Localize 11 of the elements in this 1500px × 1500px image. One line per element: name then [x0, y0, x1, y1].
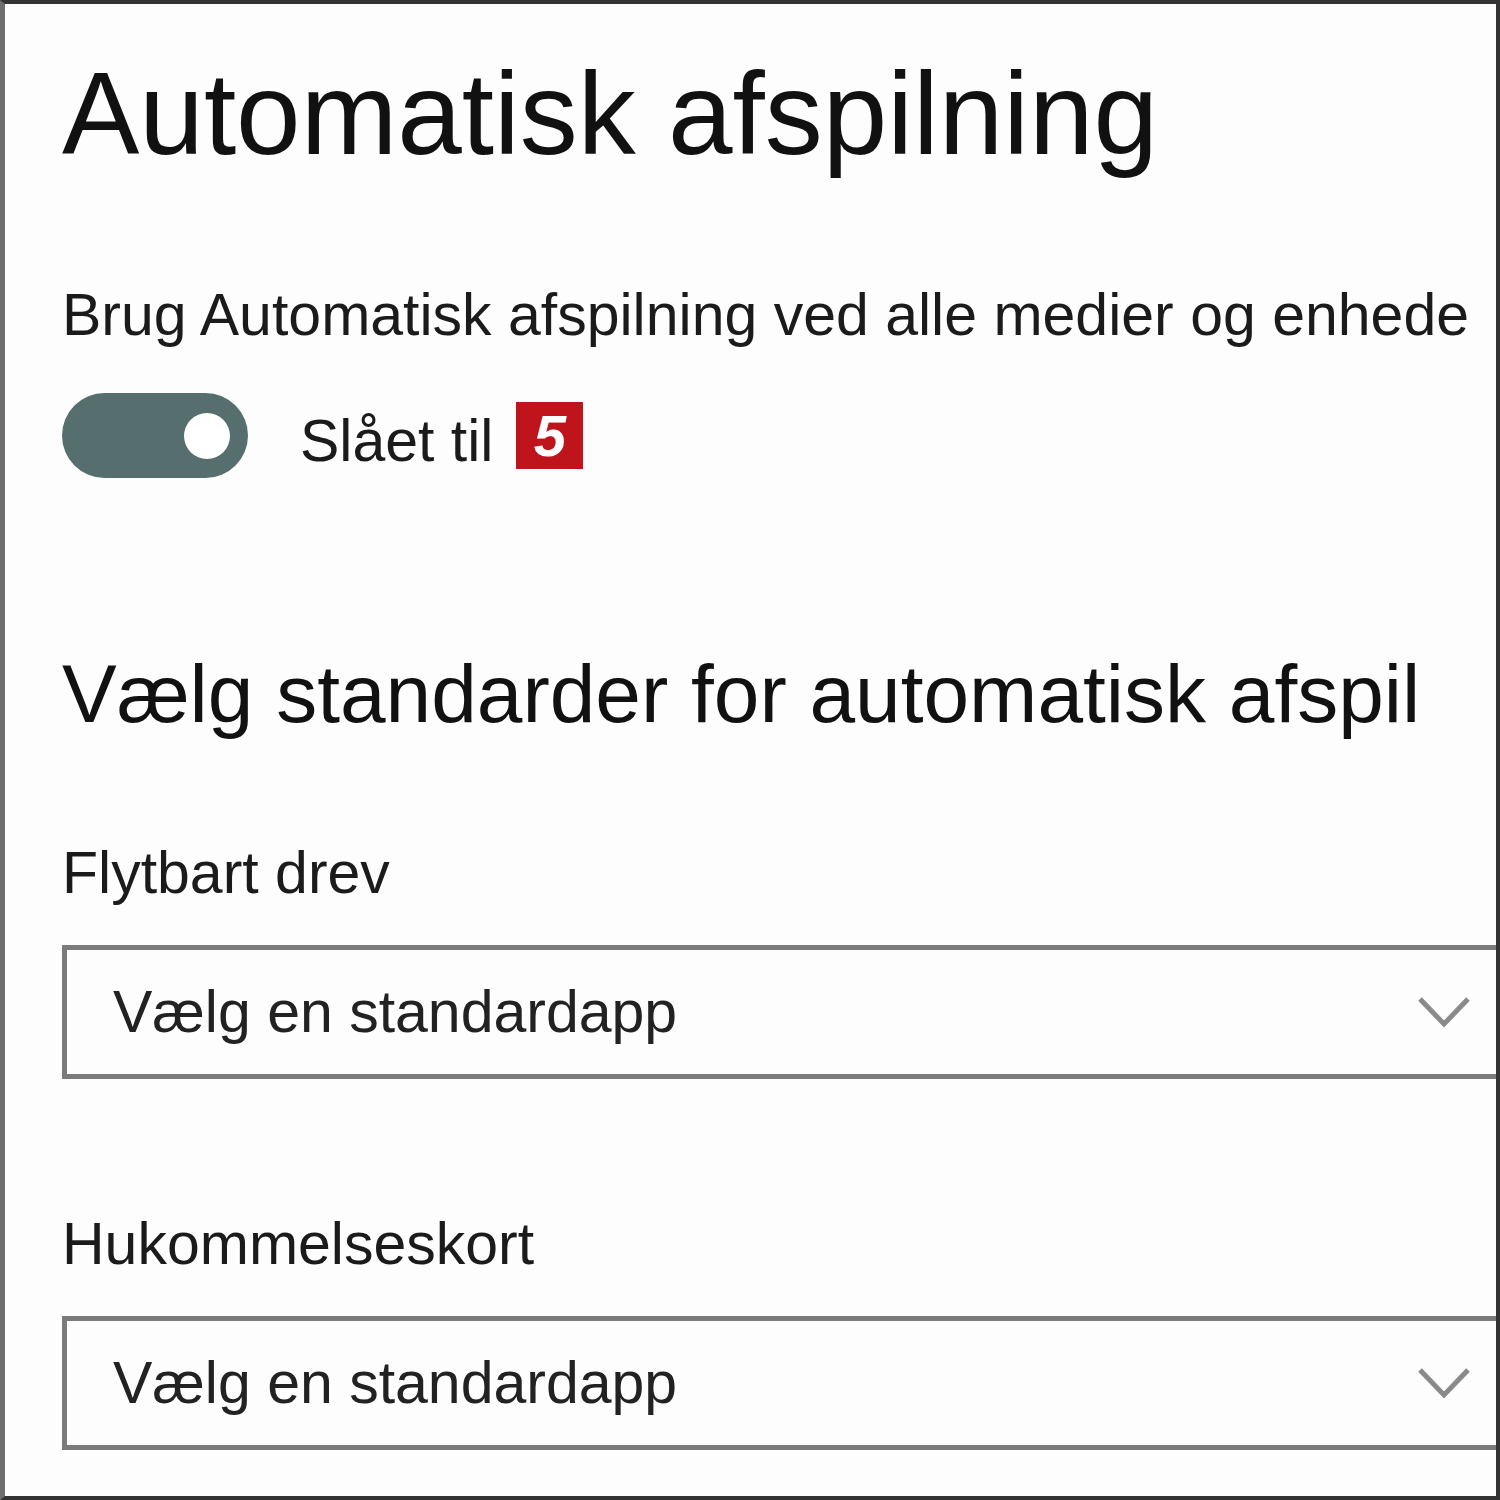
dropdown[interactable]: Vælg en standardapp [62, 1316, 1496, 1450]
setting-label: Brug Automatisk afspilning ved alle medier og enhede [62, 281, 1471, 350]
chevron-down-icon [1418, 996, 1470, 1028]
chevron-down-icon [1418, 1367, 1470, 1399]
section-heading: Vælg standarder for automatisk afspil [62, 647, 1422, 741]
field-label: Flytbart drev [62, 839, 391, 908]
dropdown[interactable]: Vælg en standardapp [62, 945, 1496, 1079]
number-badge: 5 [516, 402, 584, 469]
page-title: Automatisk afspilning [62, 48, 1160, 181]
toggle-state-label: Slået til [300, 406, 494, 476]
field-label: Hukommelseskort [62, 1210, 536, 1279]
